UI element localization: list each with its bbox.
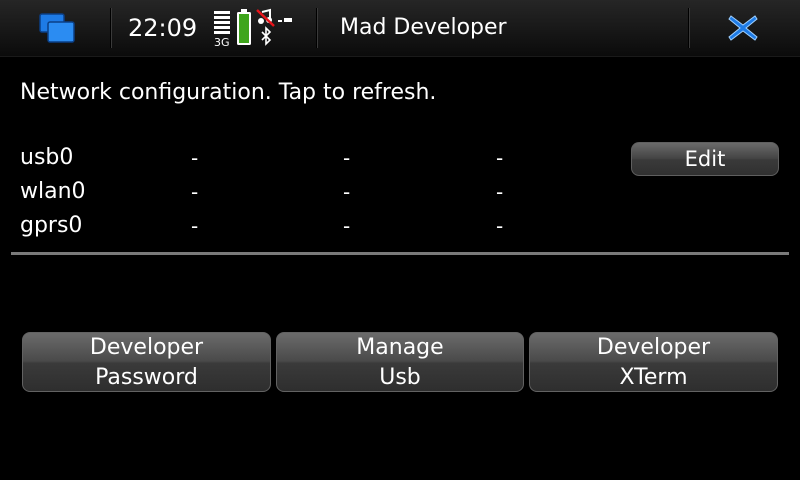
interface-value: - bbox=[343, 180, 351, 204]
interface-value: - bbox=[496, 214, 504, 238]
bluetooth-icon bbox=[261, 26, 272, 46]
network-type-label: 3G bbox=[214, 36, 230, 48]
interface-value: - bbox=[191, 146, 199, 170]
button-label-line: Manage bbox=[356, 335, 444, 360]
silent-profile-icon bbox=[256, 8, 275, 27]
divider bbox=[11, 252, 789, 255]
button-label-line: Password bbox=[95, 365, 198, 390]
interface-name: usb0 bbox=[20, 145, 74, 170]
close-icon[interactable] bbox=[726, 12, 760, 44]
button-label-line: XTerm bbox=[619, 365, 688, 390]
edit-button[interactable]: Edit bbox=[631, 142, 779, 176]
app-title: Mad Developer bbox=[340, 15, 507, 40]
interface-value: - bbox=[496, 180, 504, 204]
developer-xterm-button[interactable]: Developer XTerm bbox=[529, 332, 778, 392]
signal-strength-icon bbox=[214, 11, 230, 34]
interface-value: - bbox=[343, 214, 351, 238]
status-indicators: 3G bbox=[212, 8, 300, 49]
interface-value: - bbox=[343, 146, 351, 170]
usb-icon bbox=[278, 18, 292, 22]
task-switcher-icon[interactable] bbox=[38, 12, 78, 44]
interface-row: wlan0 - - - bbox=[0, 176, 800, 210]
button-label-line: Developer bbox=[596, 335, 711, 360]
interface-value: - bbox=[191, 214, 199, 238]
interface-value: - bbox=[496, 146, 504, 170]
battery-icon bbox=[237, 9, 251, 45]
status-separator bbox=[688, 8, 690, 48]
button-label-line: Usb bbox=[379, 365, 421, 390]
interface-name: gprs0 bbox=[20, 213, 83, 238]
interface-row: gprs0 - - - bbox=[0, 210, 800, 244]
button-label-line: Developer bbox=[89, 335, 204, 360]
interface-name: wlan0 bbox=[20, 179, 86, 204]
status-separator bbox=[316, 8, 318, 48]
interface-value: - bbox=[191, 180, 199, 204]
manage-usb-button[interactable]: Manage Usb bbox=[276, 332, 524, 392]
network-config-heading[interactable]: Network configuration. Tap to refresh. bbox=[20, 78, 436, 108]
clock: 22:09 bbox=[128, 14, 198, 42]
developer-password-button[interactable]: Developer Password bbox=[22, 332, 271, 392]
status-separator bbox=[110, 8, 112, 48]
status-bar: 22:09 3G Mad Developer bbox=[0, 0, 800, 57]
